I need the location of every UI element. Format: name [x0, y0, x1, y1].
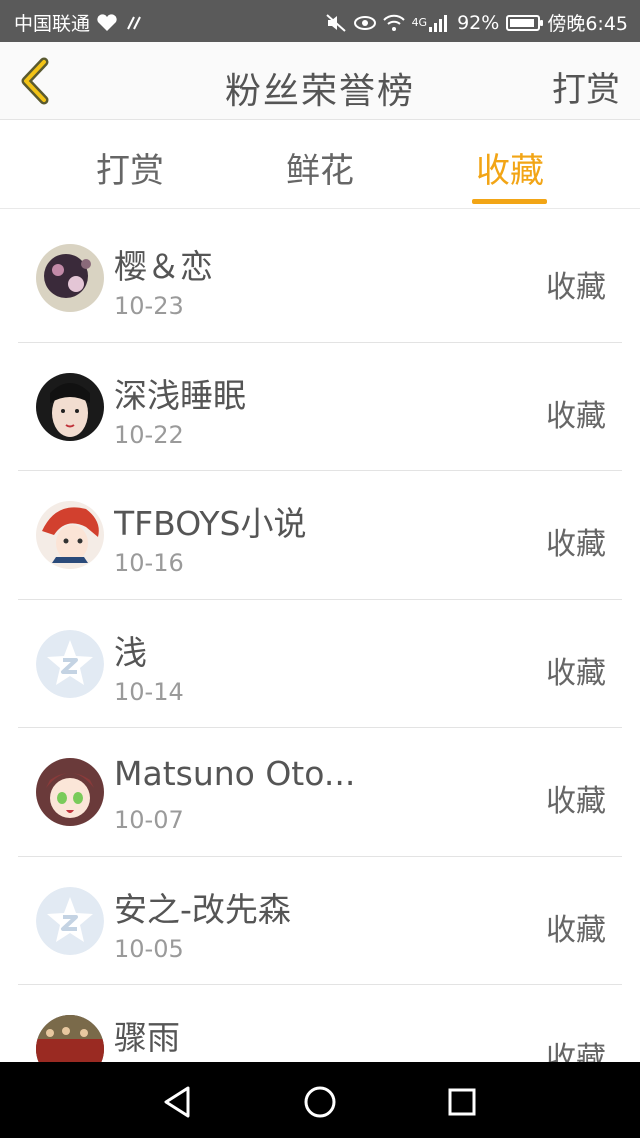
fan-name: 安之-改先森 [114, 889, 291, 929]
nav-home-button[interactable] [300, 1082, 340, 1122]
list-item[interactable]: 安之-改先森 10-05 收藏 [18, 857, 622, 985]
network-type: 4G [411, 16, 428, 29]
fan-date: 10-07 [114, 806, 184, 834]
triangle-back-icon [164, 1086, 190, 1118]
page-title: 粉丝荣誉榜 [224, 71, 415, 112]
tab-reward[interactable]: 打赏 [60, 143, 200, 192]
fan-name: 浅 [114, 632, 147, 672]
tab-bar: 打赏 鲜花 收藏 [0, 121, 640, 209]
carrier-label: 中国联通 [14, 13, 91, 35]
nav-recents-button[interactable] [442, 1082, 482, 1122]
default-avatar-icon[interactable] [36, 886, 104, 955]
reward-button[interactable]: 打赏 [552, 62, 620, 111]
fan-action: 收藏 [546, 270, 606, 305]
header-bar: 粉丝荣誉榜 打赏 [0, 42, 640, 120]
fan-name: TFBOYS小说 [114, 504, 307, 543]
fan-action: 收藏 [546, 398, 606, 434]
circle-home-icon [304, 1086, 336, 1118]
clock: 傍晚6:45 [547, 13, 628, 35]
fan-date: 10-16 [114, 549, 184, 577]
system-nav-bar [0, 1062, 640, 1138]
mute-icon [325, 13, 347, 33]
avatar[interactable] [36, 372, 104, 441]
fan-name: Matsuno Oto... [114, 754, 356, 793]
heart-icon [96, 13, 118, 33]
tab-favorites[interactable]: 收藏 [440, 143, 580, 192]
square-recents-icon [448, 1088, 476, 1116]
signal-speed-icon [124, 13, 146, 33]
wifi-icon [382, 13, 405, 33]
fan-name: 樱＆恋 [114, 247, 213, 286]
avatar[interactable] [36, 1015, 104, 1062]
list-item[interactable]: 浅 10-14 收藏 [18, 600, 622, 728]
default-avatar-icon[interactable] [36, 629, 104, 698]
fan-list[interactable]: 樱＆恋 10-23 收藏 深浅睡眠 10-22 收藏 TFBOYS小说 10-1… [0, 214, 640, 1062]
tab-flowers[interactable]: 鲜花 [250, 143, 390, 192]
cell-signal-icon [428, 13, 450, 33]
list-item[interactable]: 深浅睡眠 10-22 收藏 [18, 343, 622, 471]
avatar[interactable] [36, 758, 104, 826]
battery-percent: 92% [457, 11, 500, 34]
avatar[interactable] [36, 244, 104, 312]
battery-icon [506, 14, 544, 31]
nav-back-button[interactable] [158, 1082, 198, 1122]
fan-date: 10-05 [114, 934, 184, 963]
fan-action: 收藏 [546, 527, 606, 562]
eye-icon [353, 13, 376, 33]
list-item[interactable]: 骤雨 收藏 [18, 985, 622, 1062]
avatar[interactable] [36, 501, 104, 569]
fan-date: 10-22 [114, 420, 184, 449]
list-item[interactable]: TFBOYS小说 10-16 收藏 [18, 471, 622, 600]
fan-name: 深浅睡眠 [114, 375, 246, 415]
fan-date: 10-14 [114, 677, 184, 706]
status-bar: 中国联通 4G 92% 傍晚6:45 [0, 0, 640, 42]
fan-action: 收藏 [546, 784, 606, 819]
fan-name: 骤雨 [114, 1018, 180, 1057]
list-item[interactable]: Matsuno Oto... 10-07 收藏 [18, 728, 622, 857]
fan-action: 收藏 [546, 655, 606, 691]
list-item[interactable]: 樱＆恋 10-23 收藏 [18, 214, 622, 343]
fan-action: 收藏 [546, 1041, 606, 1062]
fan-date: 10-23 [114, 292, 184, 320]
active-tab-indicator [472, 199, 547, 204]
fan-action: 收藏 [546, 912, 606, 948]
